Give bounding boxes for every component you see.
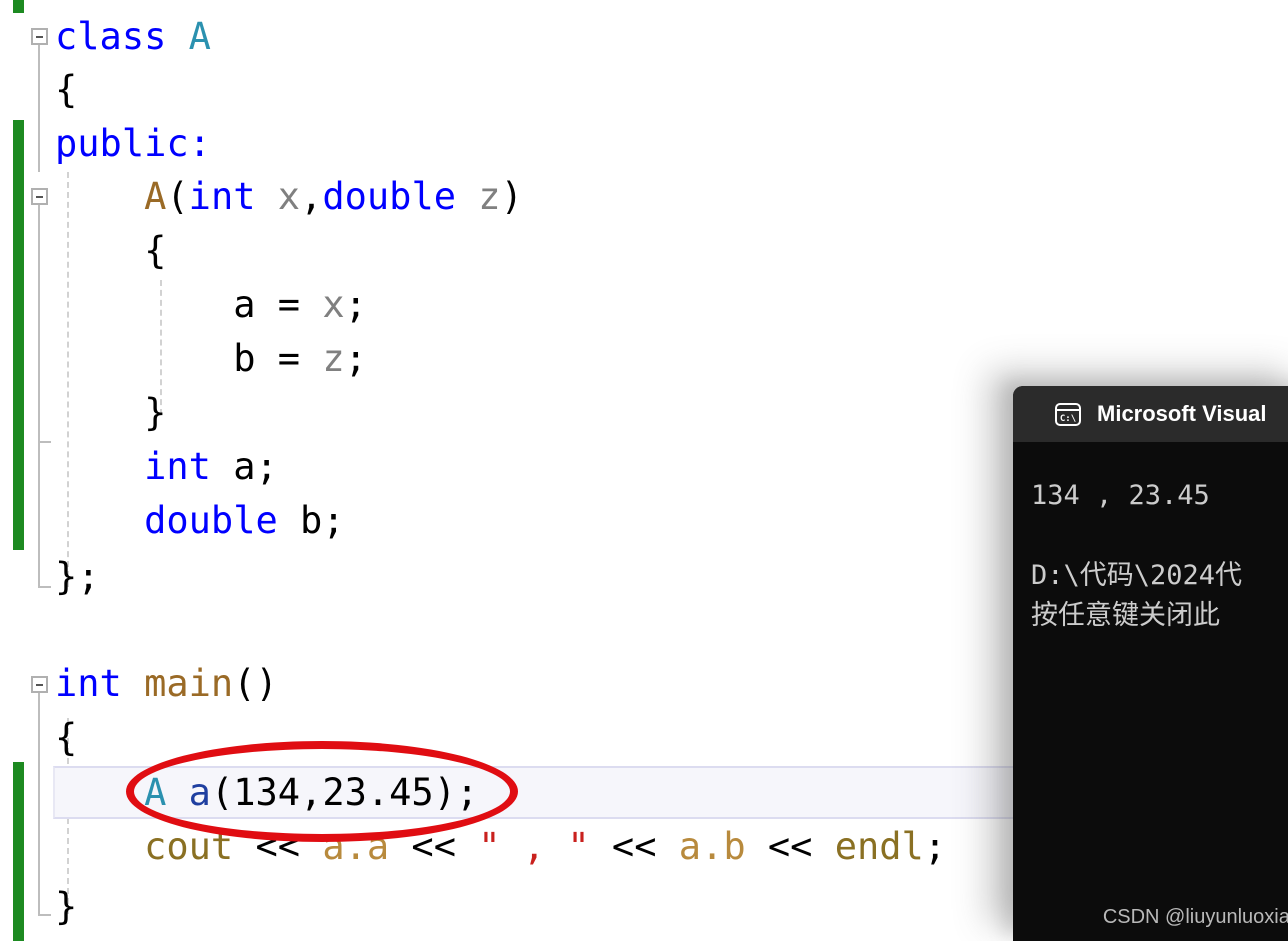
token-ctor-A: A [144,175,167,218]
code-line-3[interactable]: public: [55,117,211,170]
console-window[interactable]: C:\ Microsoft Visual 134 , 23.45 D:\代码\2… [1013,386,1288,941]
fold-connector-main [38,693,40,915]
console-output-line-3: D:\代码\2024代 [1031,560,1243,591]
console-titlebar[interactable]: C:\ Microsoft Visual [1013,386,1288,442]
svg-text:C:\: C:\ [1060,414,1076,424]
code-line-2[interactable]: { [55,63,77,116]
console-output-line-1: 134 , 23.45 [1031,480,1210,511]
code-line-13[interactable]: int main() [55,657,278,710]
red-ellipse-annotation [126,741,518,842]
code-line-5[interactable]: { [55,224,166,277]
code-line-9[interactable]: int a; [55,440,278,493]
token-endl: endl [834,825,924,868]
token-keyword-class: class [55,15,167,58]
change-bar-main [13,762,24,941]
console-output-line-4: 按任意键关闭此 [1031,600,1220,631]
code-line-12[interactable] [55,604,77,657]
code-line-7[interactable]: b = z; [55,332,367,385]
change-bar-top [13,0,24,13]
token-fn-main: main [144,662,234,705]
change-bar-class [13,120,24,550]
token-member-a-b: a.b [678,825,746,868]
code-line-1[interactable]: class A [55,10,211,63]
watermark-label: CSDN @liuyunluoxiao [1102,906,1288,928]
token-type-A: A [188,15,211,58]
fold-connector-ctor [38,205,40,442]
console-output: 134 , 23.45 D:\代码\2024代 按任意键关闭此 [1013,442,1288,941]
console-cmd-icon: C:\ [1055,403,1081,426]
code-line-10[interactable]: double b; [55,494,344,547]
token-param-z: z [478,175,501,218]
screenshot-root: class A { public: A(int x,double z) { a … [0,0,1288,941]
fold-connector-class [38,45,40,172]
code-line-8[interactable]: } [55,386,166,439]
code-line-4[interactable]: A(int x,double z) [55,170,523,223]
console-output-blank [1031,516,1288,556]
token-param-x: x [277,175,301,218]
token-string-comma: " , " [478,825,590,868]
token-access-public: public: [55,122,211,165]
code-line-17[interactable]: } [55,880,77,933]
fold-end-class [38,586,51,588]
fold-connector-class-b [38,443,40,587]
code-line-6[interactable]: a = x; [55,278,367,331]
console-window-title: Microsoft Visual [1097,401,1267,426]
code-line-11[interactable]: }; [55,550,100,603]
code-line-14[interactable]: { [55,711,77,764]
fold-toggle-constructor[interactable] [31,188,48,205]
fold-toggle-main[interactable] [31,676,48,693]
fold-end-main [38,914,51,916]
fold-toggle-class[interactable] [31,28,48,45]
